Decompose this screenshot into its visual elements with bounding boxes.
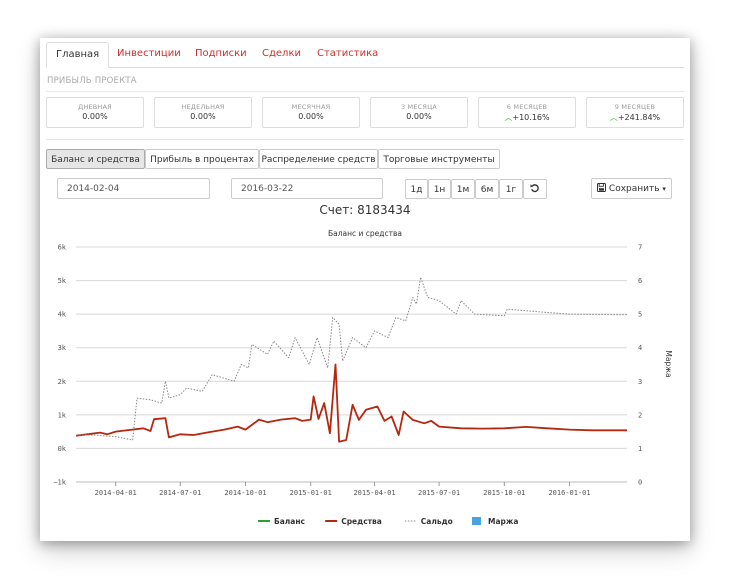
legend-label: Средства [341,517,382,526]
y-tick-label: 3k [58,344,67,352]
x-tick-label: 2014-04-01 [95,489,137,497]
y-tick-label: 2k [58,378,67,386]
series-line-Средства [75,363,627,443]
x-tick-label: 2014-07-01 [159,489,201,497]
balance-chart: Баланс и средства −1k 0k 1k 2k 3k 4k 5k 6k 0 1 2 3 4 5… [53,229,673,526]
y-tick-label: 1k [58,411,67,419]
legend-label: Баланс [274,517,305,526]
dashboard-card: Главная Инвестиции Подписки Сделки Стати… [40,38,690,541]
y2-tick-label: 4 [638,344,642,352]
y-tick-label: 6k [58,244,67,252]
y2-axis-label: Маржа [664,350,673,377]
x-tick-label: 2015-10-01 [483,489,525,497]
legend-swatch [472,517,481,525]
x-tick-label: 2016-01-01 [548,489,590,497]
y2-tick-label: 3 [638,378,642,386]
y2-tick-label: 6 [638,277,642,285]
y-tick-label: −1k [53,479,66,487]
y2-tick-label: 2 [638,411,642,419]
legend-label: Сальдо [421,517,453,526]
y2-tick-label: 7 [638,244,642,252]
y2-tick-label: 5 [638,311,642,319]
y-tick-label: 5k [58,277,67,285]
y2-tick-label: 1 [638,445,642,453]
x-tick-label: 2014-10-01 [224,489,266,497]
chart-title: Баланс и средства [328,229,402,238]
x-tick-label: 2015-04-01 [353,489,395,497]
legend-label: Маржа [488,517,518,526]
x-tick-label: 2015-01-01 [290,489,332,497]
y-tick-label: 0k [58,445,67,453]
y-tick-label: 4k [58,311,67,319]
x-tick-label: 2015-07-01 [418,489,460,497]
y2-tick-label: 0 [638,479,642,487]
